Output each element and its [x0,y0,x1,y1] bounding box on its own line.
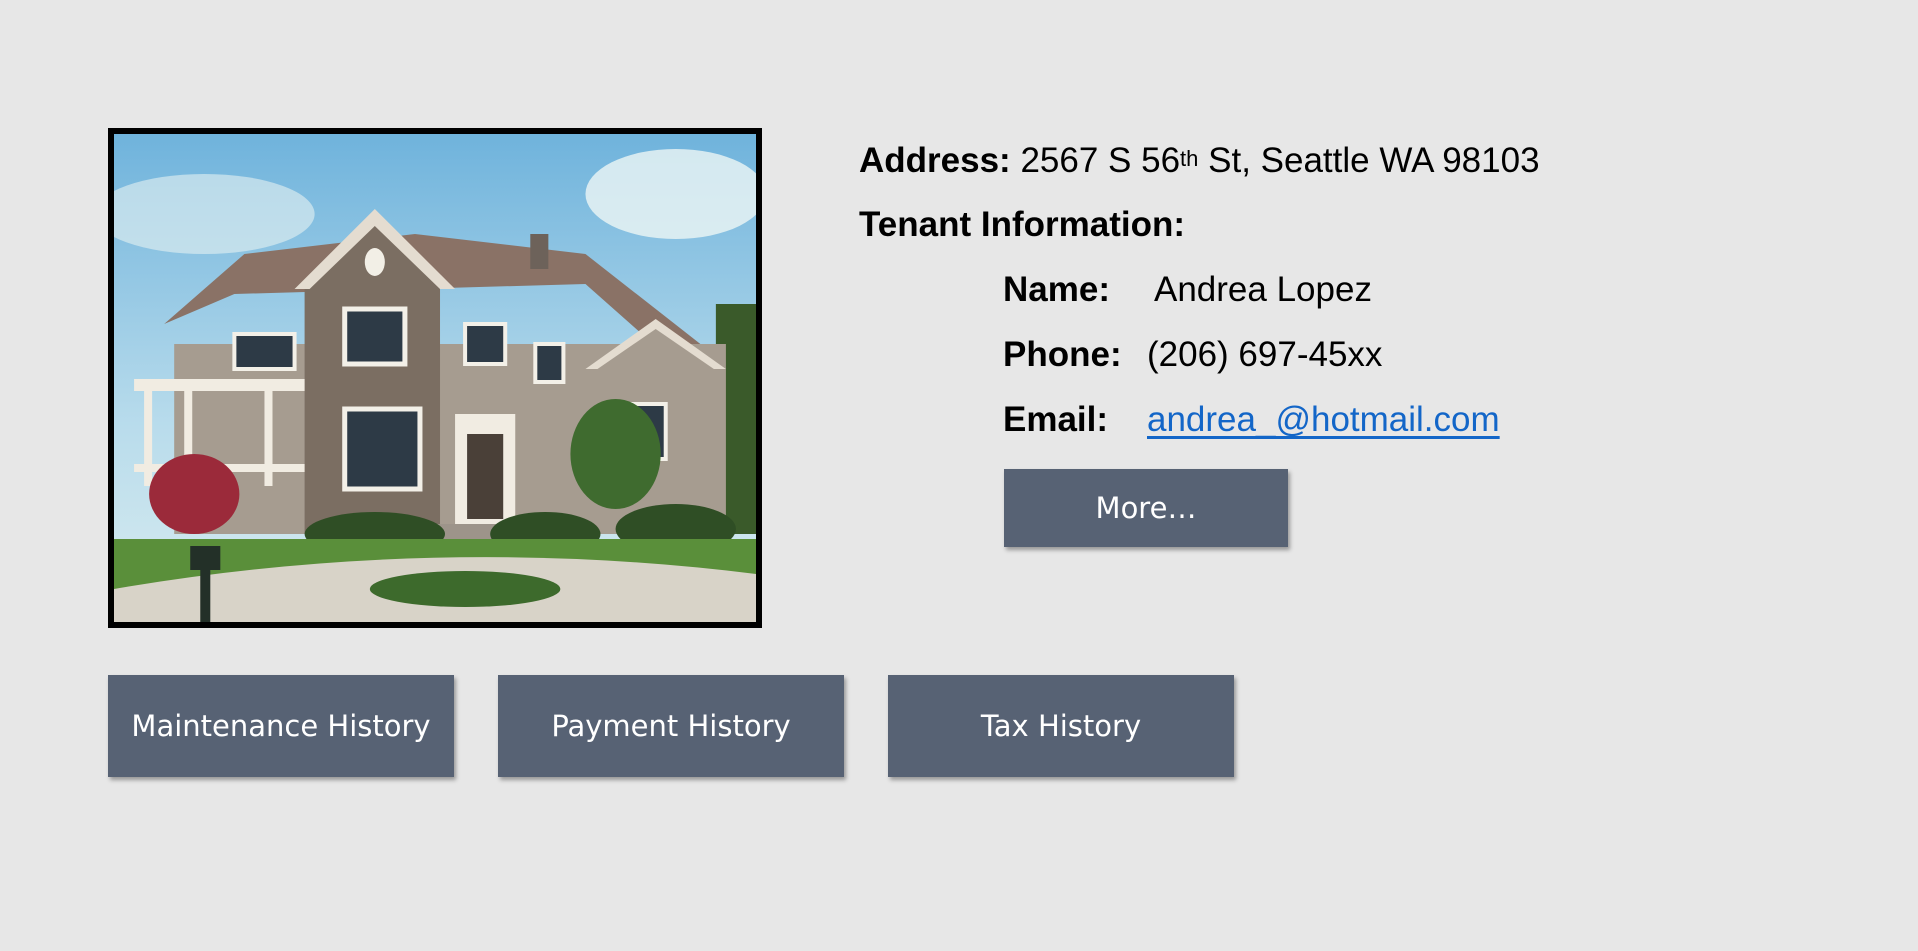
house-photo [108,128,762,628]
tax-history-button[interactable]: Tax History [888,675,1234,777]
tenant-section-label: Tenant Information: [859,205,1185,244]
address-street-number: 2567 S 56 [1020,141,1181,180]
tenant-phone-label: Phone: [1003,335,1122,374]
more-button[interactable]: More… [1004,469,1288,547]
maintenance-history-button[interactable]: Maintenance History [108,675,454,777]
address-street-city: St, Seattle WA 98103 [1198,141,1540,180]
tenant-name-label: Name: [1003,270,1110,309]
payment-history-button[interactable]: Payment History [498,675,844,777]
address-ordinal-suffix: th [1180,146,1199,171]
tenant-section-heading: Tenant Information: [859,205,1185,245]
tenant-email-label: Email: [1003,400,1109,439]
tenant-email-link[interactable]: andrea_@hotmail.com [1147,400,1500,440]
tenant-phone-value: (206) 697-45xx [1147,335,1383,374]
house-image [114,134,756,622]
tenant-name-value: Andrea Lopez [1154,270,1372,309]
property-details-page: Address: 2567 S 56th St, Seattle WA 9810… [0,0,1918,951]
address-line: Address: 2567 S 56th St, Seattle WA 9810… [859,141,1540,181]
address-label: Address: [859,141,1011,180]
address-value: 2567 S 56th St, Seattle WA 98103 [1020,141,1539,180]
